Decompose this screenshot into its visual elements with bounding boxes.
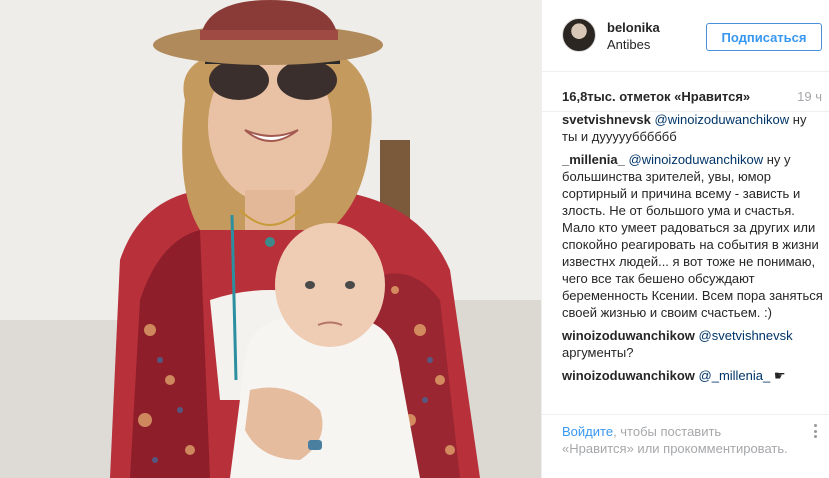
comment-user-link[interactable]: winoizoduwanchikow	[562, 368, 695, 383]
login-link[interactable]: Войдите	[562, 424, 613, 439]
comment-user-link[interactable]: svetvishnevsk	[562, 114, 651, 127]
post-time[interactable]: 19 ч	[797, 89, 822, 104]
comment-user-link[interactable]: _millenia_	[562, 152, 625, 167]
comment-mention-link[interactable]: @_millenia_	[699, 368, 771, 383]
login-prompt: Войдите, чтобы поставить «Нравится» или …	[542, 414, 829, 478]
follow-button[interactable]: Подписаться	[706, 23, 822, 51]
comment-user-link[interactable]: winoizoduwanchikow	[562, 328, 695, 343]
comment-text: аргументы?	[562, 345, 634, 360]
photo-illustration	[0, 0, 541, 478]
post-photo[interactable]	[0, 0, 541, 478]
options-dot	[813, 424, 817, 427]
likes-count[interactable]: 16,8тыс. отметок «Нравится»	[562, 89, 750, 104]
more-options-icon[interactable]	[808, 423, 822, 439]
comments-list: svetvishnevsk @winoizoduwanchikow ну ты …	[562, 114, 824, 411]
username-link[interactable]: belonika	[607, 20, 660, 35]
likes-row: 16,8тыс. отметок «Нравится» 19 ч	[542, 72, 829, 112]
comment-mention-link[interactable]: @winoizoduwanchikow	[655, 114, 790, 127]
comment-mention-link[interactable]: @svetvishnevsk	[699, 328, 793, 343]
comment-text: ну у большинства зрителей, увы, юмор сор…	[562, 152, 823, 320]
comment-text: ☛	[773, 368, 786, 383]
options-dot	[813, 435, 817, 438]
comment-item: svetvishnevsk @winoizoduwanchikow ну ты …	[562, 114, 824, 145]
post-header: belonika Antibes Подписаться	[542, 0, 829, 72]
comment-item: winoizoduwanchikow @_millenia_ ☛	[562, 367, 824, 384]
post-details-panel: belonika Antibes Подписаться 16,8тыс. от…	[541, 0, 829, 478]
avatar[interactable]	[562, 18, 596, 52]
login-prompt-text: Войдите, чтобы поставить «Нравится» или …	[562, 423, 792, 457]
location-link[interactable]: Antibes	[607, 37, 650, 52]
comment-mention-link[interactable]: @winoizoduwanchikow	[629, 152, 764, 167]
comment-item: _millenia_ @winoizoduwanchikow ну у боль…	[562, 151, 824, 321]
comment-item: winoizoduwanchikow @svetvishnevsk аргуме…	[562, 327, 824, 361]
options-dot	[813, 429, 817, 433]
